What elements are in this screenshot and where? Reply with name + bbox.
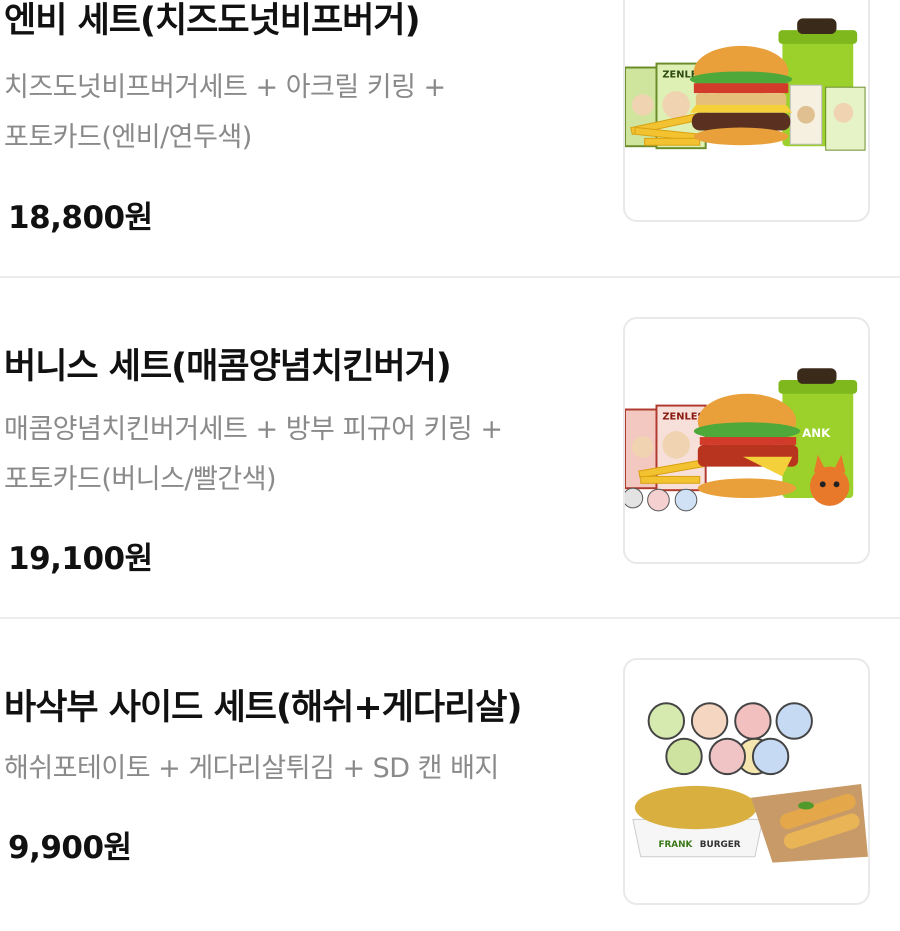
menu-item-price: 18,800원 [8,200,153,236]
side-set-image: FRANK BURGER [632,702,868,863]
menu-item-envy-set[interactable]: 엔비 세트(치즈도넛비프버거) 치즈도넛비프버거세트 + 아크릴 키링 + 포토… [0,0,900,277]
menu-item-image[interactable]: FRANK BURGER [623,658,870,905]
menu-item-description: 매콤양념치킨버거세트 + 방부 피규어 키링 + 포토카드(버니스/빨간색) [4,405,584,505]
menu-item-side-set[interactable]: 바삭부 사이드 세트(해쉬+게다리살) 해쉬포테이토 + 게다리살튀김 + SD… [0,619,900,931]
menu-item-image[interactable]: ZENLESS [623,0,870,222]
menu-item-description-line: 포토카드(엔비/연두색) [4,122,252,153]
menu-item-price: 9,900원 [8,830,132,866]
menu-item-description: 치즈도넛비프버거세트 + 아크릴 키링 + 포토카드(엔비/연두색) [4,63,584,163]
menu-item-title: 엔비 세트(치즈도넛비프버거) [4,1,421,41]
menu-item-image[interactable]: ANK ZENLESS [623,317,870,564]
burger-set-image: ANK ZENLESS [625,368,858,512]
burger-set-image: ZENLESS [625,18,866,151]
menu-item-description-line: 포토카드(버니스/빨간색) [4,464,277,495]
box-text: FRANK [658,840,693,850]
menu-item-title: 바삭부 사이드 세트(해쉬+게다리살) [4,688,522,728]
menu-item-description-line: 매콤양념치킨버거세트 + 방부 피규어 키링 + [4,414,503,445]
menu-item-description-line: 치즈도넛비프버거세트 + 아크릴 키링 + [4,72,446,103]
menu-item-title: 버니스 세트(매콤양념치킨버거) [4,347,452,387]
menu-item-description-line: 해쉬포테이토 + 게다리살튀김 + SD 캔 배지 [4,753,499,784]
box-text-2: BURGER [700,840,741,850]
menu-item-description: 해쉬포테이토 + 게다리살튀김 + SD 캔 배지 [4,744,584,794]
menu-item-price: 19,100원 [8,541,153,577]
menu-item-bunny-set[interactable]: 버니스 세트(매콤양념치킨버거) 매콤양념치킨버거세트 + 방부 피규어 키링 … [0,278,900,618]
cup-text: ANK [802,426,831,440]
